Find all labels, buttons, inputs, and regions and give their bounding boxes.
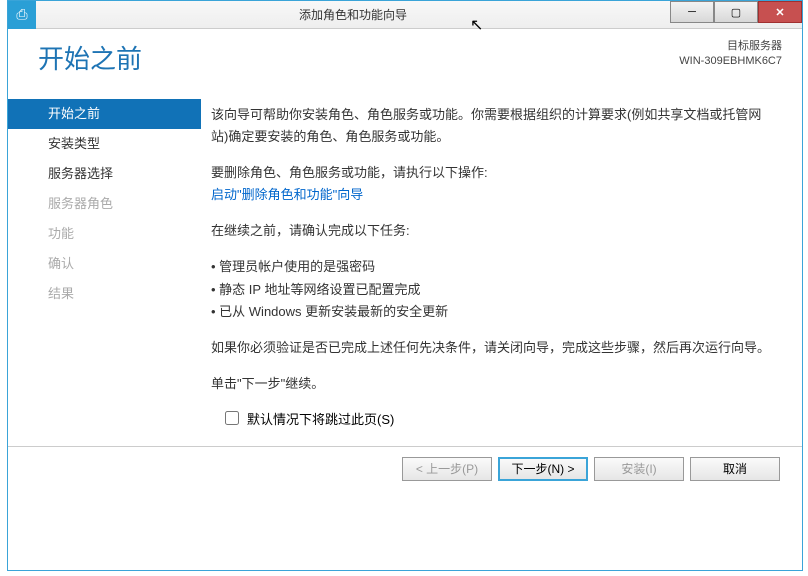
install-button: 安装(I): [594, 457, 684, 481]
sidebar-item-confirm: 确认: [8, 249, 201, 279]
verify-text: 如果你必须验证是否已完成上述任何先决条件，请关闭向导，完成这些步骤，然后再次运行…: [211, 337, 777, 359]
titlebar: ⎙ 添加角色和功能向导 ─ ▢ ✕: [8, 1, 802, 29]
remove-roles-link[interactable]: 启动"删除角色和功能"向导: [211, 187, 363, 202]
sidebar-item-server-role: 服务器角色: [8, 189, 201, 219]
wizard-window: ⎙ 添加角色和功能向导 ─ ▢ ✕ ↖ 开始之前 目标服务器 WIN-309EB…: [7, 0, 803, 571]
app-icon: ⎙: [8, 1, 36, 29]
maximize-button[interactable]: ▢: [714, 1, 758, 23]
next-button[interactable]: 下一步(N) >: [498, 457, 588, 481]
bullet-item: 管理员帐户使用的是强密码: [211, 256, 777, 278]
sidebar: 开始之前 安装类型 服务器选择 服务器角色 功能 确认 结果: [8, 99, 201, 409]
window-title: 添加角色和功能向导: [36, 6, 670, 23]
remove-label: 要删除角色、角色服务或功能，请执行以下操作:: [211, 165, 488, 180]
sidebar-item-features: 功能: [8, 219, 201, 249]
cancel-button[interactable]: 取消: [690, 457, 780, 481]
intro-text: 该向导可帮助你安装角色、角色服务或功能。你需要根据组织的计算要求(例如共享文档或…: [211, 104, 777, 148]
content-pane: 该向导可帮助你安装角色、角色服务或功能。你需要根据组织的计算要求(例如共享文档或…: [201, 99, 802, 409]
header-row: 开始之前 目标服务器 WIN-309EBHMK6C7: [8, 29, 802, 99]
minimize-button[interactable]: ─: [670, 1, 714, 23]
skip-label: 默认情况下将跳过此页(S): [247, 409, 394, 428]
continue-text: 单击"下一步"继续。: [211, 373, 777, 395]
target-value: WIN-309EBHMK6C7: [679, 54, 782, 69]
bullet-list: 管理员帐户使用的是强密码 静态 IP 地址等网络设置已配置完成 已从 Windo…: [211, 256, 777, 322]
skip-row: 默认情况下将跳过此页(S): [201, 409, 802, 446]
sidebar-item-install-type[interactable]: 安装类型: [8, 129, 201, 159]
bullet-item: 已从 Windows 更新安装最新的安全更新: [211, 301, 777, 323]
page-title: 开始之前: [38, 39, 142, 76]
window-controls: ─ ▢ ✕: [670, 1, 802, 28]
sidebar-item-before-begin[interactable]: 开始之前: [8, 99, 201, 129]
sidebar-item-result: 结果: [8, 279, 201, 309]
confirm-label: 在继续之前，请确认完成以下任务:: [211, 220, 777, 242]
prev-button: < 上一步(P): [402, 457, 492, 481]
wizard-body: 开始之前 目标服务器 WIN-309EBHMK6C7 开始之前 安装类型 服务器…: [8, 29, 802, 493]
remove-block: 要删除角色、角色服务或功能，请执行以下操作: 启动"删除角色和功能"向导: [211, 162, 777, 206]
bullet-item: 静态 IP 地址等网络设置已配置完成: [211, 279, 777, 301]
main-area: 开始之前 安装类型 服务器选择 服务器角色 功能 确认 结果 该向导可帮助你安装…: [8, 99, 802, 409]
button-bar: < 上一步(P) 下一步(N) > 安装(I) 取消: [8, 446, 802, 493]
close-button[interactable]: ✕: [758, 1, 802, 23]
target-server-box: 目标服务器 WIN-309EBHMK6C7: [679, 39, 782, 70]
target-label: 目标服务器: [679, 39, 782, 54]
sidebar-item-server-select[interactable]: 服务器选择: [8, 159, 201, 189]
skip-checkbox[interactable]: [225, 411, 239, 425]
